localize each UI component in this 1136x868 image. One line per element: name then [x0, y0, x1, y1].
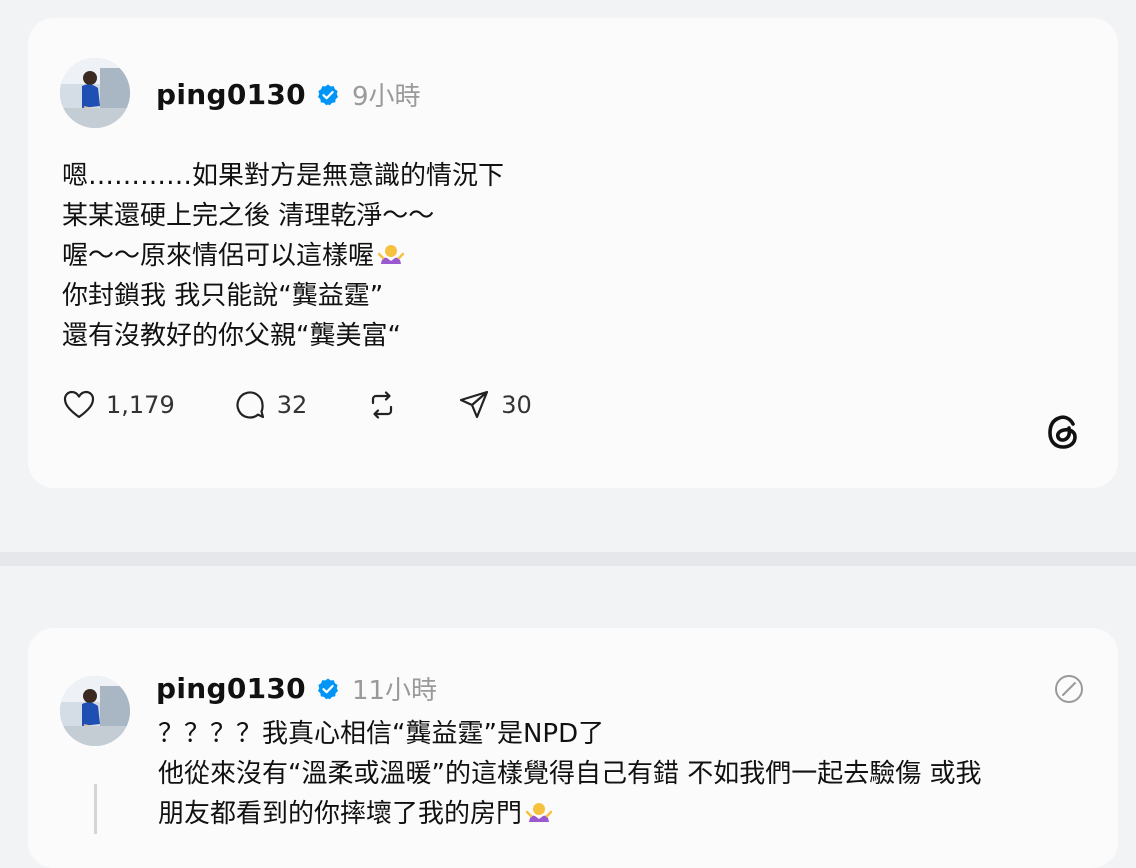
- verified-badge-icon: [317, 678, 338, 699]
- avatar-image: [60, 58, 130, 128]
- avatar-image: [60, 676, 130, 746]
- post-header-1: ping0130 9小時: [156, 76, 421, 113]
- post-line: 嗯…………如果對方是無意識的情況下: [62, 161, 505, 191]
- avatar[interactable]: [60, 58, 130, 128]
- share-button[interactable]: 30: [457, 388, 532, 422]
- post-line: 喔～～原來情侶可以這樣喔: [62, 236, 504, 276]
- post-line: ？？？？我真心相信“龔益霆”是NPD了: [158, 719, 605, 749]
- post-header-2: ping0130 11小時: [156, 670, 437, 707]
- post-line-text: 朋友都看到的你摔壞了我的房門: [158, 799, 523, 829]
- send-icon: [460, 390, 489, 419]
- post-body-1: 嗯…………如果對方是無意識的情況下 某某還硬上完之後 清理乾淨～～ 喔～～原來情…: [62, 156, 504, 356]
- post-line: 朋友都看到的你摔壞了我的房門: [158, 794, 981, 834]
- shrug-emoji-icon: [378, 245, 405, 264]
- threads-logo-icon: [1048, 415, 1077, 449]
- repost-button[interactable]: [365, 388, 399, 422]
- post-line: 還有沒教好的你父親“龔美富“: [62, 321, 401, 351]
- comment-count: 32: [276, 391, 308, 419]
- post-time: 9小時: [351, 82, 421, 112]
- edit-circle-icon[interactable]: [1052, 672, 1086, 706]
- post-line-text: 喔～～原來情侶可以這樣喔: [62, 241, 375, 271]
- verified-badge-icon: [317, 84, 338, 105]
- heart-icon: [63, 390, 95, 419]
- post-line: 你封鎖我 我只能說“龔益霆”: [62, 281, 384, 311]
- thread-connector-line: [94, 784, 97, 834]
- repost-icon: [372, 391, 393, 419]
- post-actions-1: 1,179 32 30: [62, 388, 590, 422]
- username[interactable]: ping0130: [156, 78, 306, 111]
- post-line: 他從來沒有“溫柔或溫暖”的這樣覺得自己有錯 不如我們一起去驗傷 或我: [158, 759, 982, 789]
- share-count: 30: [501, 391, 532, 419]
- avatar[interactable]: [60, 676, 130, 746]
- like-count: 1,179: [106, 391, 175, 419]
- post-time: 11小時: [351, 676, 438, 706]
- post-line: 某某還硬上完之後 清理乾淨～～: [62, 201, 435, 231]
- section-divider: [0, 552, 1136, 566]
- like-button[interactable]: 1,179: [62, 388, 175, 422]
- shrug-emoji-icon: [526, 803, 553, 822]
- comment-bubble-icon: [236, 391, 264, 419]
- post-body-2: ？？？？我真心相信“龔益霆”是NPD了 他從來沒有“溫柔或溫暖”的這樣覺得自己有…: [158, 714, 981, 834]
- username[interactable]: ping0130: [156, 672, 306, 705]
- comment-button[interactable]: 32: [233, 388, 308, 422]
